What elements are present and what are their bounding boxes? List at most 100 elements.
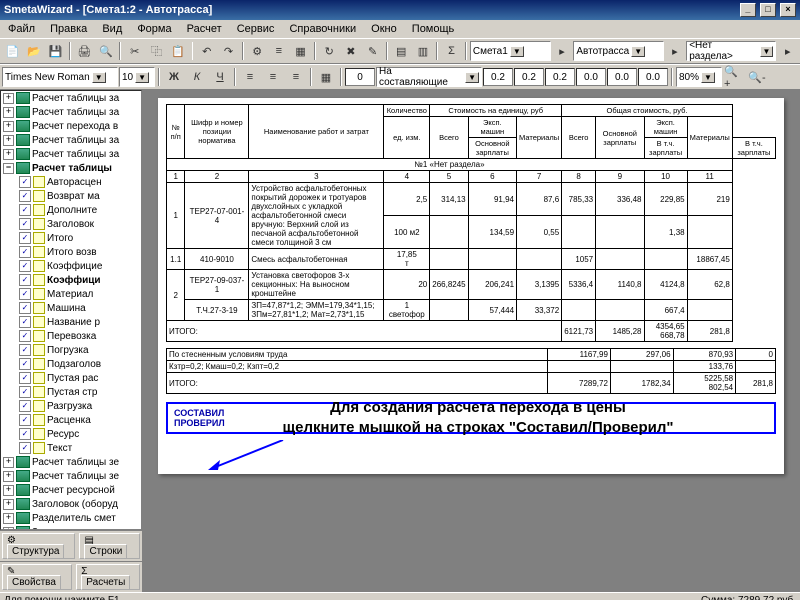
- tree-node-active[interactable]: − Расчет таблицы: [1, 161, 141, 175]
- menu-form[interactable]: Форма: [131, 21, 177, 37]
- tab-rows[interactable]: ▤ Строки: [79, 533, 140, 559]
- status-sum: Сумма: 7289,72 руб.: [701, 595, 796, 600]
- border-icon[interactable]: ▦: [315, 66, 337, 88]
- menu-help[interactable]: Помощь: [406, 21, 461, 37]
- align-right-icon[interactable]: ≡: [285, 66, 307, 88]
- minimize-button[interactable]: _: [740, 3, 756, 17]
- tree-node[interactable]: + Расчет таблицы зе: [1, 455, 141, 469]
- tab-structure[interactable]: ⚙ Структура: [2, 533, 75, 559]
- tool-icon[interactable]: ⚙: [247, 40, 268, 62]
- tree-item[interactable]: ✓ Возврат ма: [1, 189, 141, 203]
- tree-item[interactable]: ✓ Заголовок: [1, 217, 141, 231]
- coef-6[interactable]: [638, 68, 668, 86]
- menu-refs[interactable]: Справочники: [283, 21, 362, 37]
- tree-node[interactable]: + Расчет таблицы за: [1, 105, 141, 119]
- tree-node[interactable]: + Расчет перехода в: [1, 119, 141, 133]
- tree-item[interactable]: ✓ Текст: [1, 441, 141, 455]
- redo-icon[interactable]: ↷: [218, 40, 239, 62]
- preview-icon[interactable]: 🔍: [96, 40, 117, 62]
- tree-item[interactable]: ✓ Пустая стр: [1, 385, 141, 399]
- coef-4[interactable]: [576, 68, 606, 86]
- tool3-icon[interactable]: ▦: [290, 40, 311, 62]
- open-icon[interactable]: 📂: [24, 40, 45, 62]
- tree-item[interactable]: ✓ Дополните: [1, 203, 141, 217]
- italic-icon[interactable]: К: [186, 66, 208, 88]
- coef-1[interactable]: [483, 68, 513, 86]
- tree-node[interactable]: + Расчет таблицы за: [1, 147, 141, 161]
- tree-item[interactable]: ✓ Итого: [1, 231, 141, 245]
- delete-icon[interactable]: ✖: [341, 40, 362, 62]
- tree-item[interactable]: ✓ Коэффицие: [1, 259, 141, 273]
- tree-node[interactable]: + Разделитель смет: [1, 511, 141, 525]
- save-icon[interactable]: 💾: [45, 40, 66, 62]
- tree-node[interactable]: + Заголовок (оборуд: [1, 497, 141, 511]
- menu-window[interactable]: Окно: [365, 21, 403, 37]
- tree-node[interactable]: + Расчет таблицы за: [1, 91, 141, 105]
- document-area[interactable]: № п/п Шифр и номер позиции норматива Наи…: [142, 90, 800, 592]
- edit-icon[interactable]: ✎: [362, 40, 383, 62]
- nav2-icon[interactable]: ▸: [665, 40, 686, 62]
- tree-item[interactable]: ✓ Пустая рас: [1, 371, 141, 385]
- mode-combo[interactable]: На составляющие▼: [376, 67, 482, 87]
- menu-file[interactable]: Файл: [2, 21, 41, 37]
- copy-icon[interactable]: ⿻: [146, 40, 167, 62]
- close-button[interactable]: ×: [780, 3, 796, 17]
- proveril-row[interactable]: ПРОВЕРИЛ: [174, 418, 768, 428]
- size-combo[interactable]: 10▼: [119, 67, 155, 87]
- tree-item[interactable]: ✓ Авторасцен: [1, 175, 141, 189]
- tree-item[interactable]: ✓ Перевозка: [1, 329, 141, 343]
- tab-props[interactable]: ✎ Свойства: [2, 564, 72, 590]
- zoom-in-icon[interactable]: 🔍+: [723, 66, 745, 88]
- row2-icon[interactable]: ▥: [413, 40, 434, 62]
- num-input-0[interactable]: [345, 68, 375, 86]
- tool2-icon[interactable]: ≡: [268, 40, 289, 62]
- tree-item[interactable]: ✓ Итого возв: [1, 245, 141, 259]
- coef-5[interactable]: [607, 68, 637, 86]
- tree-item[interactable]: ✓ Ресурс: [1, 427, 141, 441]
- cut-icon[interactable]: ✂: [124, 40, 145, 62]
- align-center-icon[interactable]: ≡: [262, 66, 284, 88]
- tree-node[interactable]: + Расчет таблицы за: [1, 133, 141, 147]
- summary-table[interactable]: По стесненным условиям труда 1167,99 297…: [166, 348, 776, 394]
- undo-icon[interactable]: ↶: [196, 40, 217, 62]
- sostavil-row[interactable]: СОСТАВИЛ: [174, 408, 768, 418]
- menu-view[interactable]: Вид: [96, 21, 128, 37]
- go-icon[interactable]: ▸: [777, 40, 798, 62]
- refresh-icon[interactable]: ↻: [319, 40, 340, 62]
- tree-item[interactable]: ✓ Подзаголов: [1, 357, 141, 371]
- paste-icon[interactable]: 📋: [168, 40, 189, 62]
- sign-box[interactable]: СОСТАВИЛ ПРОВЕРИЛ: [166, 402, 776, 434]
- menu-edit[interactable]: Правка: [44, 21, 93, 37]
- font-combo[interactable]: Times New Roman▼: [2, 67, 118, 87]
- tree-item[interactable]: ✓ Машина: [1, 301, 141, 315]
- row-icon[interactable]: ▤: [391, 40, 412, 62]
- bold-icon[interactable]: Ж: [163, 66, 185, 88]
- tree-item[interactable]: ✓ Коэффици: [1, 273, 141, 287]
- new-icon[interactable]: 📄: [2, 40, 23, 62]
- tree-item[interactable]: ✓ Расценка: [1, 413, 141, 427]
- tree-item[interactable]: ✓ Материал: [1, 287, 141, 301]
- sum-icon[interactable]: Σ: [441, 40, 462, 62]
- section-combo[interactable]: <Нет раздела>▼: [686, 41, 776, 61]
- estimate-table[interactable]: № п/п Шифр и номер позиции норматива Наи…: [166, 104, 776, 342]
- nav-icon[interactable]: ▸: [552, 40, 573, 62]
- menu-calc[interactable]: Расчет: [181, 21, 228, 37]
- tree-item[interactable]: ✓ Разгрузка: [1, 399, 141, 413]
- coef-2[interactable]: [514, 68, 544, 86]
- print-icon[interactable]: 🖨: [74, 40, 95, 62]
- align-left-icon[interactable]: ≡: [239, 66, 261, 88]
- tree-item[interactable]: ✓ Погрузка: [1, 343, 141, 357]
- menu-service[interactable]: Сервис: [231, 21, 281, 37]
- underline-icon[interactable]: Ч: [209, 66, 231, 88]
- maximize-button[interactable]: □: [760, 3, 776, 17]
- coef-3[interactable]: [545, 68, 575, 86]
- tab-calcs[interactable]: Σ Расчеты: [76, 564, 140, 590]
- zoom-out-icon[interactable]: 🔍-: [746, 66, 768, 88]
- obj-combo[interactable]: Автотрасса▼: [573, 41, 663, 61]
- zoom-combo[interactable]: 80%▼: [676, 67, 722, 87]
- tree-item[interactable]: ✓ Название р: [1, 315, 141, 329]
- tree-node[interactable]: + Расчет ресурсной: [1, 483, 141, 497]
- tree-panel[interactable]: + Расчет таблицы за+ Расчет таблицы за+ …: [0, 90, 142, 530]
- smeta-combo[interactable]: Смета1▼: [470, 41, 551, 61]
- tree-node[interactable]: + Расчет таблицы зе: [1, 469, 141, 483]
